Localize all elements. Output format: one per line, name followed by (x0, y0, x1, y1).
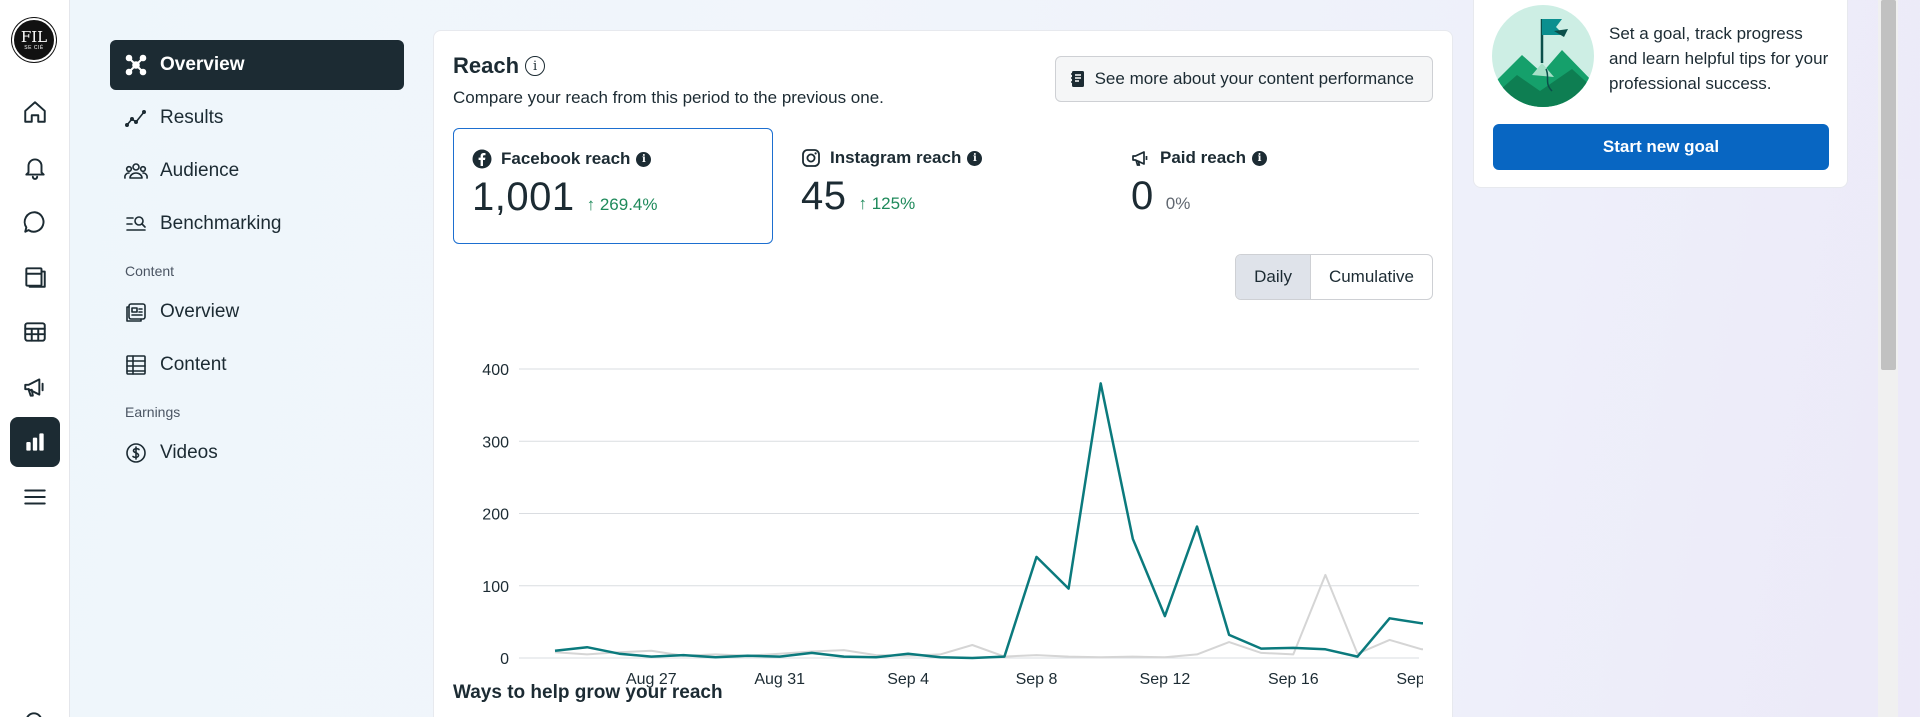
subnav-label: Overview (160, 54, 245, 75)
x-tick-label: Sep 4 (887, 671, 929, 688)
reach-title-row: Reach i (453, 53, 546, 79)
bell-icon (25, 158, 45, 180)
logo-text: FIL (20, 27, 48, 46)
home-icon (24, 101, 46, 123)
reach-title: Reach (453, 53, 520, 78)
megaphone-icon (1131, 148, 1151, 168)
subnav-item-benchmarking[interactable]: Benchmarking (110, 199, 404, 249)
metric-label: Facebook reach (501, 149, 631, 168)
instagram-icon (801, 148, 821, 168)
x-tick-label: Sep 16 (1268, 671, 1319, 688)
subnav-label: Benchmarking (160, 213, 282, 234)
x-tick-label: Aug 31 (754, 671, 805, 688)
metric-change: ↑ 269.4% (586, 195, 658, 214)
subnav-label: Content (160, 354, 227, 375)
audience-icon (122, 157, 150, 185)
reach-card: Reach i Compare your reach from this per… (433, 30, 1453, 717)
subnav-item-content[interactable]: Content (110, 340, 404, 390)
previous-period-line (554, 573, 1423, 659)
reach-line-chart: 0100200300400Aug 27 Aug 31 Sep 4 Sep 8 Sep 1… (482, 362, 1423, 688)
facebook-icon (472, 149, 492, 169)
grow-reach-title: Ways to help grow your reach (453, 682, 723, 703)
metric-label: Instagram reach (830, 148, 962, 167)
daily-cumulative-toggle: Daily Cumulative (1235, 254, 1433, 300)
reach-subtitle: Compare your reach from this period to t… (453, 88, 884, 107)
planner-button[interactable] (10, 307, 60, 357)
y-tick-label: 100 (482, 579, 509, 596)
megaphone-icon (24, 378, 44, 397)
insights-button[interactable] (10, 417, 60, 467)
info-dot-icon[interactable]: i (1252, 150, 1267, 166)
subnav-item-videos[interactable]: Videos (110, 428, 404, 478)
search-button[interactable] (10, 697, 60, 717)
instagram-reach-metric[interactable]: Instagram reach i 45 ↑ 125% (783, 128, 1103, 244)
messages-button[interactable] (10, 197, 60, 247)
dollar-icon (122, 439, 150, 467)
results-icon (122, 104, 150, 132)
posts-icon (25, 267, 46, 288)
content-performance-label: See more about your content performance (1094, 69, 1414, 88)
content-performance-button[interactable]: See more about your content performance (1054, 56, 1433, 102)
insights-subnav: Overview Results Audience Benchmarking C… (110, 40, 404, 481)
goal-illustration (1492, 5, 1594, 107)
subnav-label: Overview (160, 301, 240, 322)
current-period-line (554, 382, 1423, 660)
y-tick-label: 300 (482, 434, 509, 451)
home-button[interactable] (10, 87, 60, 137)
notebook-icon (1070, 71, 1084, 87)
daily-toggle-button[interactable]: Daily (1236, 255, 1311, 299)
chat-bubble-icon (23, 211, 45, 233)
metric-value: 45 (801, 174, 847, 218)
benchmarking-icon (122, 210, 150, 238)
subnav-item-overview[interactable]: Overview (110, 40, 404, 90)
subnav-label: Results (160, 107, 224, 128)
info-icon[interactable]: i (525, 56, 546, 76)
subnav-label: Videos (160, 442, 218, 463)
facebook-reach-metric[interactable]: Facebook reach i 1,001 ↑ 269.4% (453, 128, 773, 244)
table-icon (24, 322, 46, 342)
content-overview-icon (122, 298, 150, 326)
metric-change: 0% (1165, 194, 1191, 213)
hamburger-menu-icon (24, 489, 46, 505)
info-dot-icon[interactable]: i (967, 150, 983, 166)
page-avatar[interactable]: FIL SE CIÉ (12, 18, 56, 62)
goal-card: Set a goal, track progress and learn hel… (1473, 0, 1848, 188)
subnav-item-audience[interactable]: Audience (110, 146, 404, 196)
subnav-item-results[interactable]: Results (110, 93, 404, 143)
earnings-section-label: Earnings (125, 404, 181, 420)
y-tick-label: 200 (482, 507, 509, 524)
notifications-button[interactable] (10, 142, 60, 192)
start-new-goal-button[interactable]: Start new goal (1493, 124, 1829, 170)
scrollbar-thumb[interactable] (1881, 0, 1896, 370)
subnav-label: Audience (160, 160, 240, 181)
y-tick-label: 400 (482, 362, 509, 379)
overview-icon (122, 51, 150, 79)
goal-description: Set a goal, track progress and learn hel… (1609, 24, 1829, 93)
subnav-item-content-overview[interactable]: Overview (110, 287, 404, 337)
bar-chart-icon (26, 433, 44, 451)
menu-button[interactable] (10, 472, 60, 522)
x-tick-label: Sep 12 (1140, 671, 1191, 688)
search-icon (26, 712, 42, 717)
info-dot-icon[interactable]: i (636, 151, 652, 167)
content-section-label: Content (125, 263, 175, 279)
left-icon-rail: FIL SE CIÉ (0, 0, 70, 717)
metric-value: 1,001 (472, 175, 575, 219)
cumulative-toggle-button[interactable]: Cumulative (1311, 255, 1432, 299)
x-tick-label: Sep 8 (1016, 671, 1058, 688)
posts-button[interactable] (10, 252, 60, 302)
paid-reach-metric[interactable]: Paid reach i 0 0% (1113, 128, 1433, 244)
metric-change: ↑ 125% (858, 194, 916, 213)
logo-subtext: SE CIÉ (24, 44, 44, 51)
y-tick-label: 0 (500, 651, 509, 668)
x-tick-label: Sep 20 (1396, 671, 1423, 688)
metric-label: Paid reach (1160, 148, 1246, 167)
content-table-icon (122, 351, 150, 379)
ads-button[interactable] (10, 362, 60, 412)
metric-value: 0 (1131, 174, 1154, 218)
